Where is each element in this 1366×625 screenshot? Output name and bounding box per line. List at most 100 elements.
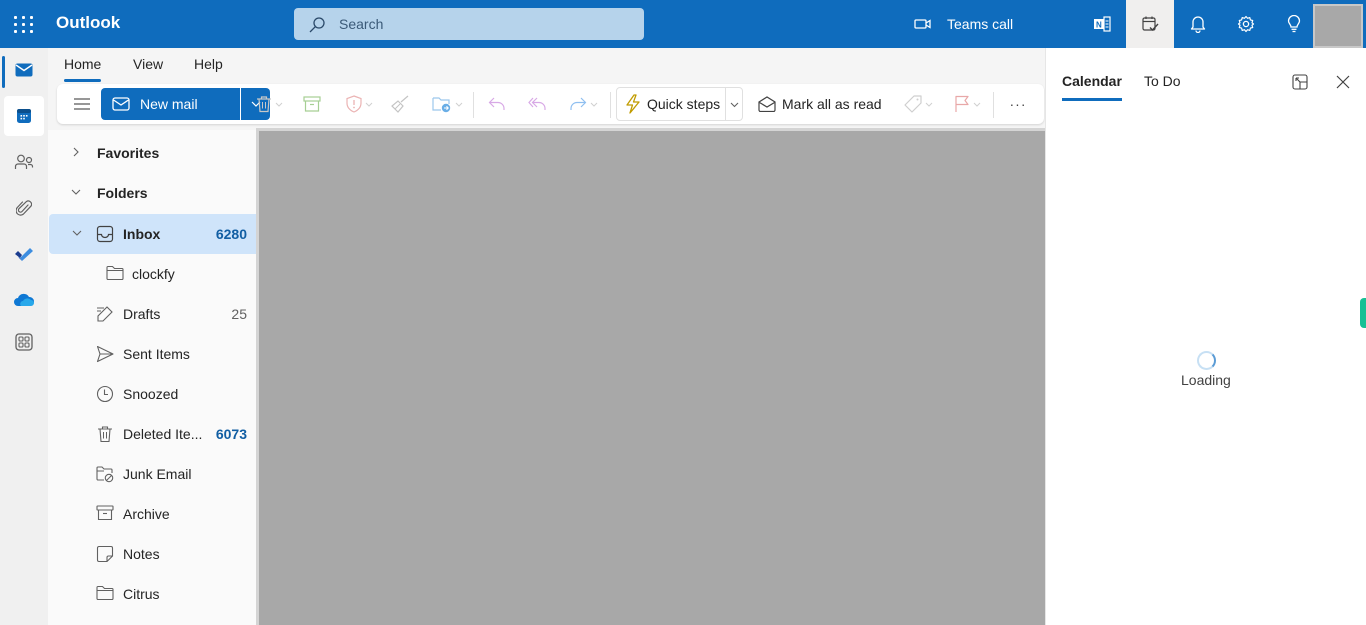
teams-call-button[interactable]: Teams call [914,8,1013,40]
mail-read-icon [758,96,776,112]
tab-to-do[interactable]: To Do [1144,73,1181,89]
rail-item-mail[interactable] [4,50,44,90]
chevron-down-icon[interactable] [730,102,739,108]
folder-notes[interactable]: Notes [49,534,256,574]
folder-icon [96,585,114,601]
folder-name: Sent Items [123,346,190,362]
tab-calendar[interactable]: Calendar [1062,73,1122,101]
archive-icon [303,96,321,112]
categorize-button[interactable] [899,88,937,120]
ribbon-tabs: Home View Help [48,48,1044,84]
toolbar-divider [473,92,474,118]
search-input[interactable] [339,8,629,40]
folder-name: Snoozed [123,386,179,402]
archive-button[interactable] [297,88,327,120]
onedrive-icon [14,293,35,306]
quick-steps-button[interactable]: Quick steps [616,87,743,121]
close-icon [1336,75,1350,89]
svg-text:N: N [1096,21,1102,30]
feedback-tab-handle[interactable] [1360,298,1366,328]
clock-icon [96,385,114,403]
folder-sent-items[interactable]: Sent Items [49,334,256,374]
chevron-down-icon [365,102,372,107]
search-box[interactable] [294,8,644,40]
folder-inbox[interactable]: Inbox 6280 [49,214,256,254]
my-day-button[interactable] [1126,0,1174,48]
rail-item-files[interactable] [4,188,44,228]
teams-call-label: Teams call [947,16,1014,32]
rail-item-onedrive[interactable] [4,280,44,320]
rail-item-more-apps[interactable] [4,322,44,362]
note-icon [96,545,114,563]
new-mail-label: New mail [140,96,198,112]
folder-clockfy[interactable]: clockfy [49,254,256,294]
tab-home[interactable]: Home [64,56,102,82]
chevron-down-icon[interactable] [71,227,83,239]
lightning-icon [626,94,640,114]
chevron-down-icon [455,102,462,107]
quick-steps-label: Quick steps [647,96,721,112]
report-icon [345,95,362,113]
search-icon [309,17,325,33]
folders-header[interactable]: Folders [48,173,256,213]
folder-name: Inbox [123,226,161,242]
open-in-new-window-button[interactable] [1286,68,1314,96]
new-mail-button[interactable]: New mail [101,88,240,120]
app-title[interactable]: Outlook [56,13,120,33]
mark-all-read-label: Mark all as read [782,96,882,112]
delete-button[interactable] [250,88,288,120]
more-options-button[interactable]: ··· [1003,88,1033,120]
collapse-pane-button[interactable] [67,88,97,120]
folder-citrus[interactable]: Citrus [49,574,256,614]
chevron-down-icon [275,102,282,107]
folder-junk-email[interactable]: Junk Email [49,454,256,494]
move-to-icon [431,97,450,113]
video-camera-icon [914,19,931,29]
folder-archive[interactable]: Archive [49,494,256,534]
tips-button[interactable] [1270,0,1318,48]
notifications-button[interactable] [1174,0,1222,48]
drafts-icon [97,306,113,322]
onenote-feed-icon: N [1094,16,1111,32]
report-button[interactable] [340,88,378,120]
flag-button[interactable] [947,88,987,120]
unread-count: 6280 [215,226,247,242]
tab-help[interactable]: Help [194,56,223,72]
close-pane-button[interactable] [1329,68,1357,96]
tab-view[interactable]: View [133,56,163,72]
message-list-overlay [259,131,1052,625]
my-day-icon [1142,16,1159,32]
loading-spinner [1197,351,1216,370]
folder-snoozed[interactable]: Snoozed [49,374,256,414]
expand-icon [1292,74,1308,90]
item-count: 25 [231,306,247,322]
rail-item-calendar[interactable] [4,96,44,136]
app-launcher-icon[interactable] [12,12,36,36]
sweep-button[interactable] [385,88,415,120]
paperclip-icon [16,200,32,216]
rail-item-people[interactable] [4,142,44,182]
mark-all-read-button[interactable]: Mark all as read [758,88,882,120]
unread-count: 6073 [215,426,247,442]
folder-name: Junk Email [123,466,192,482]
bell-icon [1190,16,1206,33]
to-do-icon [15,248,33,261]
folder-drafts[interactable]: Drafts 25 [49,294,256,334]
folder-deleted-items[interactable]: Deleted Ite... 6073 [49,414,256,454]
tag-icon [903,95,922,113]
folder-name: Archive [123,506,170,522]
reply-button[interactable] [482,88,512,120]
app-rail [0,48,48,625]
reply-all-icon [528,97,546,110]
toolbar-divider [993,92,994,118]
onenote-feed-button[interactable]: N [1078,0,1126,48]
account-avatar[interactable] [1313,4,1363,48]
rail-item-to-do[interactable] [4,234,44,274]
forward-button[interactable] [563,88,603,120]
favorites-header[interactable]: Favorites [48,133,256,173]
favorites-label: Favorites [97,145,160,161]
move-to-button[interactable] [427,88,467,120]
settings-button[interactable] [1222,0,1270,48]
chevron-down-icon [590,102,597,107]
reply-all-button[interactable] [522,88,552,120]
